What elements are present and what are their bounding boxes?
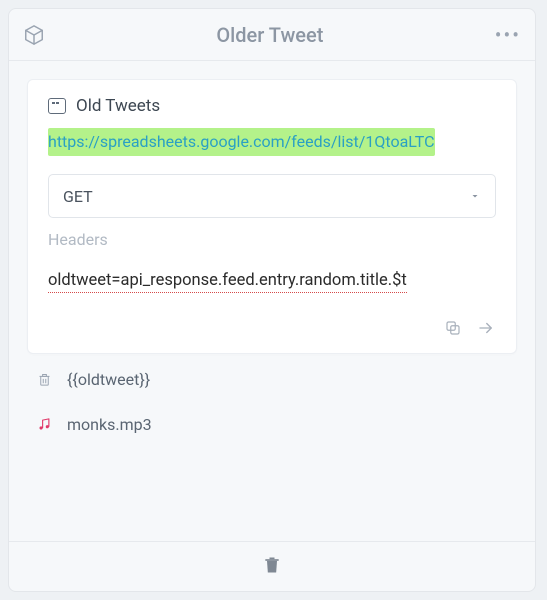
http-method-value: GET xyxy=(63,187,469,206)
expression-value: oldtweet=api_response.feed.entry.random.… xyxy=(48,271,407,293)
http-method-select[interactable]: GET xyxy=(48,174,496,218)
http-request-card: Old Tweets https://spreadsheets.google.c… xyxy=(27,79,517,354)
headers-input[interactable]: Headers xyxy=(48,230,496,249)
audio-filename: monks.mp3 xyxy=(67,415,152,434)
text-output-label: {{oldtweet}} xyxy=(67,370,150,389)
url-field[interactable]: https://spreadsheets.google.com/feeds/li… xyxy=(48,128,496,160)
http-request-icon xyxy=(48,98,66,114)
bottom-toolbar xyxy=(9,541,535,591)
chevron-down-icon xyxy=(469,187,481,206)
trash-icon xyxy=(35,371,53,388)
audio-row[interactable]: monks.mp3 xyxy=(27,405,517,444)
card-header: Old Tweets xyxy=(48,96,496,116)
panel-header: Older Tweet ••• xyxy=(9,9,535,61)
url-value: https://spreadsheets.google.com/feeds/li… xyxy=(48,128,435,156)
panel-content: Old Tweets https://spreadsheets.google.c… xyxy=(9,61,535,541)
text-output-row[interactable]: {{oldtweet}} xyxy=(27,360,517,399)
more-options-button[interactable]: ••• xyxy=(495,23,521,47)
duplicate-button[interactable] xyxy=(444,319,462,341)
workflow-panel: Older Tweet ••• Old Tweets https://sprea… xyxy=(8,8,536,592)
card-actions xyxy=(48,315,496,343)
page-title: Older Tweet xyxy=(45,23,495,47)
delete-button[interactable] xyxy=(262,554,282,580)
cube-icon xyxy=(23,24,45,46)
music-note-icon xyxy=(35,416,53,433)
expression-field[interactable]: oldtweet=api_response.feed.entry.random.… xyxy=(48,271,496,315)
card-title: Old Tweets xyxy=(76,96,160,116)
continue-arrow-button[interactable] xyxy=(476,319,496,341)
